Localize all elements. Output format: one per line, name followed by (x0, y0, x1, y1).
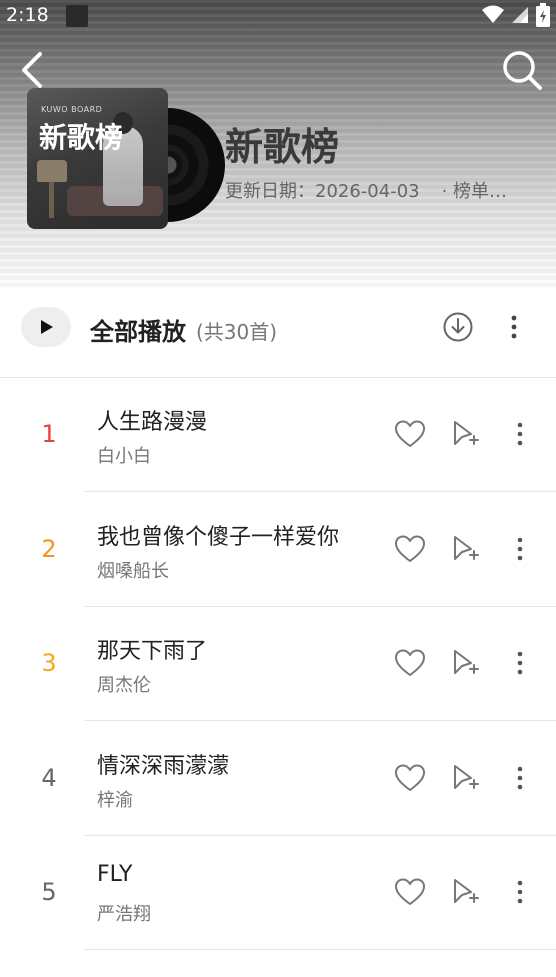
song-title: 那天下雨了 (97, 639, 208, 664)
song-more-button[interactable] (508, 647, 532, 679)
song-rank: 2 (41, 534, 57, 563)
song-title: 人生路漫漫 (97, 410, 208, 435)
song-rank: 4 (41, 763, 57, 792)
song-more-button[interactable] (508, 418, 532, 450)
more-icon (511, 315, 517, 339)
cover-image: KUWO BOARD 新歌榜 (27, 88, 168, 229)
more-icon (517, 766, 523, 789)
add-to-playlist-button[interactable] (450, 533, 480, 565)
back-icon (22, 52, 42, 88)
song-count: (共30首) (196, 320, 278, 344)
add-to-playlist-icon (454, 650, 479, 674)
song-title: FLY (97, 862, 133, 887)
status-bar: 2:18 (0, 0, 556, 34)
wifi-icon (482, 5, 504, 23)
like-button[interactable] (393, 533, 427, 565)
song-row[interactable]: 4 情深深雨濛濛 梓渝 (0, 722, 556, 836)
search-button[interactable] (500, 48, 544, 92)
more-icon (517, 651, 523, 675)
update-date: 更新日期：2026-04-03 (225, 181, 420, 202)
song-row[interactable]: 1 人生路漫漫 白小白 (0, 378, 556, 492)
song-title: 情深深雨濛濛 (97, 753, 230, 779)
song-row[interactable]: 3 那天下雨了 周杰伦 (0, 607, 556, 721)
like-button[interactable] (393, 876, 427, 908)
add-to-playlist-icon (454, 421, 479, 445)
notification-icon (66, 5, 88, 27)
add-to-playlist-icon (454, 879, 479, 903)
play-all-label[interactable]: 全部播放 (90, 312, 186, 347)
download-button[interactable] (442, 311, 474, 343)
song-artist: 白小白 (97, 446, 151, 467)
search-icon (503, 51, 542, 90)
add-to-playlist-icon (454, 535, 479, 560)
play-icon (41, 320, 53, 334)
like-button[interactable] (393, 647, 427, 679)
heart-icon (395, 420, 425, 447)
add-to-playlist-icon (454, 764, 479, 789)
status-time: 2:18 (6, 4, 49, 26)
add-to-playlist-button[interactable] (450, 762, 480, 794)
playback-controls: 全部播放 (共30首) (0, 300, 556, 356)
song-artist: 周杰伦 (97, 675, 151, 696)
like-button[interactable] (393, 762, 427, 794)
page-title: 新歌榜 (225, 125, 340, 169)
row-divider (84, 949, 556, 950)
song-rank: 1 (41, 420, 57, 448)
add-to-playlist-button[interactable] (450, 876, 480, 908)
add-to-playlist-button[interactable] (450, 647, 480, 679)
song-artist: 严浩翔 (97, 904, 151, 925)
back-button[interactable] (14, 50, 54, 90)
battery-icon (536, 3, 550, 27)
signal-icon (512, 7, 528, 23)
download-icon (443, 312, 473, 342)
more-options-button[interactable] (500, 311, 528, 343)
more-icon (517, 422, 523, 446)
heart-icon (395, 649, 425, 676)
heart-icon (395, 878, 425, 905)
cover-brand-label: KUWO BOARD (41, 105, 103, 114)
update-info: 更新日期：2026-04-03 · 榜单… (225, 177, 525, 203)
more-icon (517, 880, 523, 904)
song-artist: 梓渝 (97, 789, 133, 811)
more-icon (517, 537, 523, 560)
heart-icon (395, 764, 425, 791)
song-rank: 3 (41, 649, 57, 677)
song-rank: 5 (41, 878, 57, 906)
song-row[interactable]: 2 我也曾像个傻子一样爱你 烟嗓船长 (0, 493, 556, 607)
list-extra-info[interactable]: · 榜单… (442, 181, 507, 202)
playlist-cover: KUWO BOARD 新歌榜 (27, 88, 225, 230)
song-title: 我也曾像个傻子一样爱你 (97, 524, 340, 550)
song-artist: 烟嗓船长 (97, 560, 169, 582)
add-to-playlist-button[interactable] (450, 418, 480, 450)
song-more-button[interactable] (508, 876, 532, 908)
song-more-button[interactable] (508, 762, 532, 794)
song-row[interactable]: 5 FLY 严浩翔 (0, 836, 556, 950)
play-all-button[interactable] (21, 307, 71, 347)
cover-title: 新歌榜 (39, 121, 124, 154)
song-more-button[interactable] (508, 533, 532, 565)
heart-icon (395, 535, 425, 562)
like-button[interactable] (393, 418, 427, 450)
